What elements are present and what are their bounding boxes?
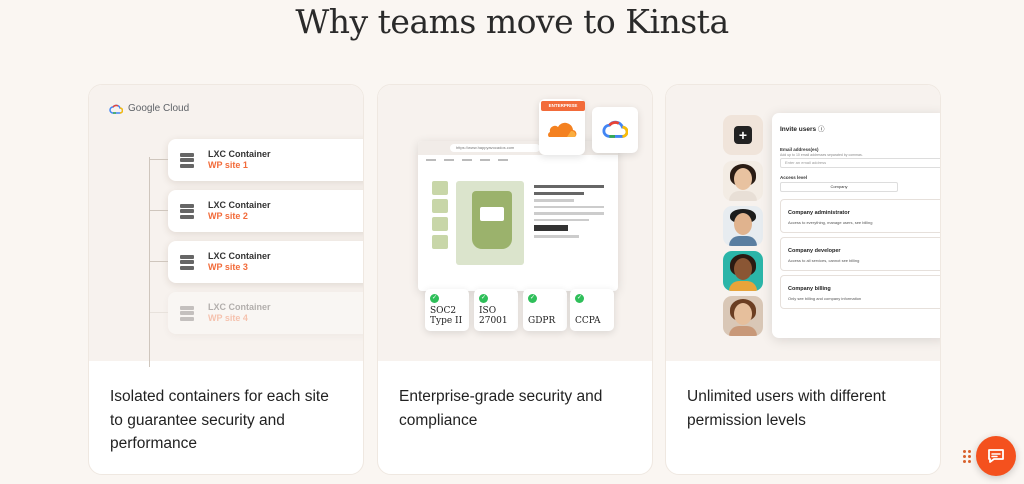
cert-gdpr: ✓ GDPR xyxy=(523,289,567,331)
users-illustration: + Invite users ⓘ Email address(es) Add u… xyxy=(666,85,940,361)
lxc-container-3: LXC Container WP site 3 xyxy=(149,241,363,283)
lxc-container-1: LXC Container WP site 1 xyxy=(149,139,363,181)
security-illustration: https://www.happyavocados.com ENTERPRISE xyxy=(378,85,652,361)
google-cloud-logo: Google Cloud xyxy=(109,103,189,114)
google-cloud-icon xyxy=(602,120,628,138)
feature-card-security: https://www.happyavocados.com ENTERPRISE xyxy=(377,84,653,475)
cert-soc2: ✓ SOC2 Type II xyxy=(425,289,469,331)
access-level-select[interactable]: Company xyxy=(780,182,898,192)
email-input[interactable]: Enter an email address xyxy=(780,158,940,168)
card-caption: Enterprise-grade security and compliance xyxy=(399,388,603,429)
check-icon: ✓ xyxy=(575,294,584,303)
card-caption: Isolated containers for each site to gua… xyxy=(110,388,329,452)
browser-mockup: https://www.happyavocados.com xyxy=(418,141,618,291)
cloudflare-icon xyxy=(548,122,577,137)
feature-card-users: + Invite users ⓘ Email address(es) Add u… xyxy=(665,84,941,475)
google-cloud-icon xyxy=(109,104,123,114)
avatar xyxy=(723,296,763,336)
check-icon: ✓ xyxy=(528,294,537,303)
check-icon: ✓ xyxy=(479,294,488,303)
tree-line xyxy=(149,157,150,367)
containers-illustration: Google Cloud LXC Container WP site 1 LXC … xyxy=(89,85,363,367)
server-icon xyxy=(180,202,194,220)
feature-card-containers: Google Cloud LXC Container WP site 1 LXC … xyxy=(88,84,364,475)
role-option-billing[interactable]: Company billing Only see billing and com… xyxy=(780,275,940,309)
avatar xyxy=(723,206,763,246)
invite-users-panel: Invite users ⓘ Email address(es) Add up … xyxy=(772,113,940,338)
avatar xyxy=(723,251,763,291)
cert-ccpa: ✓ CCPA xyxy=(570,289,614,331)
lxc-container-2: LXC Container WP site 2 xyxy=(149,190,363,232)
google-cloud-card xyxy=(592,107,638,153)
role-option-developer[interactable]: Company developer Access to all services… xyxy=(780,237,940,271)
cert-iso: ✓ ISO 27001 xyxy=(474,289,518,331)
chat-button[interactable] xyxy=(976,436,1016,476)
panel-title: Invite users ⓘ xyxy=(780,126,825,133)
chat-bubble-icon xyxy=(988,449,1004,463)
browser-url: https://www.happyavocados.com xyxy=(450,144,540,152)
card-caption: Unlimited users with different permissio… xyxy=(687,388,886,429)
server-icon xyxy=(180,304,194,322)
plus-icon: + xyxy=(734,126,752,144)
drag-grip-icon[interactable] xyxy=(963,450,973,464)
server-icon xyxy=(180,151,194,169)
role-option-admin[interactable]: Company administrator Access to everythi… xyxy=(780,199,940,233)
server-icon xyxy=(180,253,194,271)
enterprise-badge: ENTERPRISE xyxy=(541,101,585,111)
avatar xyxy=(723,161,763,201)
info-icon: ⓘ xyxy=(817,126,825,133)
section-heading: Why teams move to Kinsta xyxy=(295,2,729,41)
add-user-button[interactable]: + xyxy=(723,115,763,155)
check-icon: ✓ xyxy=(430,294,439,303)
lxc-container-4: LXC Container WP site 4 xyxy=(149,292,363,334)
